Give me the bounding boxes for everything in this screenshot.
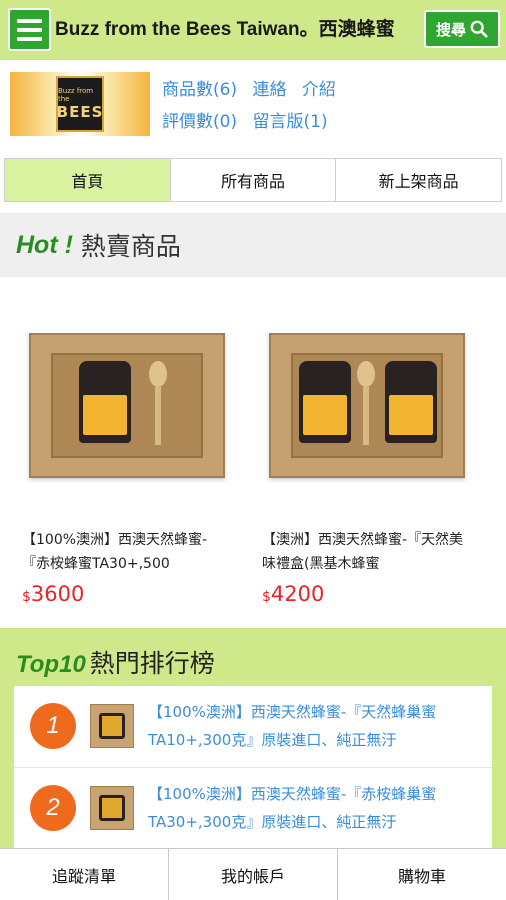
- cart-button[interactable]: 購物車: [338, 849, 506, 900]
- app-header: Buzz from the Bees Taiwan。西澳蜂蜜 搜尋: [0, 0, 506, 60]
- intro-link[interactable]: 介紹: [302, 80, 336, 100]
- bees-logo-badge: Buzz from the BEES: [56, 76, 104, 132]
- jar-label: [303, 394, 347, 435]
- ranking-thumbnail[interactable]: [90, 704, 134, 748]
- product-count-link[interactable]: 商品數(6): [162, 80, 237, 100]
- price-value: 4200: [270, 582, 325, 606]
- product-card[interactable]: 【澳洲】西澳天然蜂蜜-『天然美味禮盒(黑基木蜂蜜 $4200: [262, 290, 492, 606]
- shop-logo[interactable]: Buzz from the BEES: [10, 72, 150, 136]
- review-count-link[interactable]: 評價數(0): [162, 112, 237, 132]
- ranking-item[interactable]: 1 【100%澳洲】西澳天然蜂蜜-『天然蜂巢蜜TA10+,300克』原裝進口、純…: [14, 686, 492, 768]
- rank-number-badge: 1: [30, 703, 76, 749]
- top10-accent-text: Top10: [16, 651, 86, 678]
- logo-text: BEES: [56, 103, 104, 121]
- search-label: 搜尋: [435, 20, 466, 39]
- top10-title: 熱門排行榜: [89, 649, 215, 678]
- gift-box-image: [269, 332, 465, 478]
- hot-accent-text: Hot !: [16, 230, 73, 259]
- gift-box-image: [29, 332, 225, 478]
- ranking-product-link[interactable]: 【100%澳洲】西澳天然蜂蜜-『天然蜂巢蜜TA10+,300克』原裝進口、純正無…: [148, 698, 486, 756]
- search-button[interactable]: 搜尋: [424, 10, 500, 48]
- main-tabs: 首頁 所有商品 新上架商品: [4, 158, 502, 202]
- product-image[interactable]: [22, 320, 232, 490]
- spoon-handle: [363, 386, 369, 445]
- product-card[interactable]: 【100%澳洲】西澳天然蜂蜜-『赤桉蜂蜜TA30+,500 $3600: [22, 290, 252, 606]
- shop-links: 商品數(6) 連絡 介紹 評價數(0) 留言版(1): [162, 74, 346, 138]
- jar-label: [83, 394, 127, 435]
- product-name[interactable]: 【澳洲】西澳天然蜂蜜-『天然美味禮盒(黑基木蜂蜜: [262, 528, 472, 576]
- thumbnail-jar: [99, 713, 125, 739]
- hot-title: 熱賣商品: [80, 232, 181, 261]
- tab-home[interactable]: 首頁: [5, 159, 171, 201]
- product-name[interactable]: 【100%澳洲】西澳天然蜂蜜-『赤桉蜂蜜TA30+,500: [22, 528, 232, 576]
- top10-heading: Top10 熱門排行榜: [16, 644, 215, 680]
- rank-number-badge: 2: [30, 785, 76, 831]
- price-currency: $: [22, 589, 31, 605]
- spoon-bowl: [149, 360, 167, 387]
- gift-box-tray: [291, 352, 443, 458]
- menu-bar: [17, 27, 42, 32]
- guestbook-link[interactable]: 留言版(1): [253, 112, 328, 132]
- watchlist-button[interactable]: 追蹤清單: [0, 849, 169, 900]
- hot-products: 【100%澳洲】西澳天然蜂蜜-『赤桉蜂蜜TA30+,500 $3600 【澳洲】…: [0, 290, 506, 615]
- hot-section-heading: Hot ! 熱賣商品: [0, 213, 506, 277]
- shop-title: Buzz from the Bees Taiwan。西澳蜂蜜: [55, 19, 395, 40]
- magnifier-icon: [470, 20, 488, 38]
- honey-spoon: [149, 360, 167, 445]
- product-price: $4200: [262, 582, 492, 606]
- price-value: 3600: [30, 582, 85, 606]
- shop-info: Buzz from the BEES 商品數(6) 連絡 介紹 評價數(0) 留…: [0, 60, 506, 152]
- price-currency: $: [262, 589, 271, 605]
- hamburger-menu-icon[interactable]: [8, 8, 51, 51]
- tab-new-products[interactable]: 新上架商品: [336, 159, 502, 201]
- top10-list: 1 【100%澳洲】西澳天然蜂蜜-『天然蜂巢蜜TA10+,300克』原裝進口、純…: [14, 686, 492, 850]
- menu-bar: [17, 36, 42, 41]
- ranking-product-link[interactable]: 【100%澳洲】西澳天然蜂蜜-『赤桉蜂巢蜜TA30+,300克』原裝進口、純正無…: [148, 780, 486, 838]
- gift-box-tray: [51, 352, 203, 458]
- honey-jar: [385, 360, 437, 443]
- honey-jar: [79, 360, 131, 443]
- my-account-button[interactable]: 我的帳戶: [169, 849, 338, 900]
- menu-bar: [17, 18, 42, 23]
- product-image[interactable]: [262, 320, 472, 490]
- ranking-thumbnail[interactable]: [90, 786, 134, 830]
- spoon-handle: [155, 386, 161, 445]
- thumbnail-jar: [99, 795, 125, 821]
- bottom-nav: 追蹤清單 我的帳戶 購物車: [0, 848, 506, 900]
- honey-spoon: [357, 360, 375, 445]
- spoon-bowl: [357, 360, 375, 387]
- contact-link[interactable]: 連絡: [253, 80, 287, 100]
- tab-all-products[interactable]: 所有商品: [170, 159, 337, 201]
- honey-jar: [299, 360, 351, 443]
- jar-label: [389, 394, 433, 435]
- logo-small-text: Buzz from the: [58, 87, 94, 103]
- ranking-item[interactable]: 2 【100%澳洲】西澳天然蜂蜜-『赤桉蜂巢蜜TA30+,300克』原裝進口、純…: [14, 768, 492, 850]
- product-price: $3600: [22, 582, 252, 606]
